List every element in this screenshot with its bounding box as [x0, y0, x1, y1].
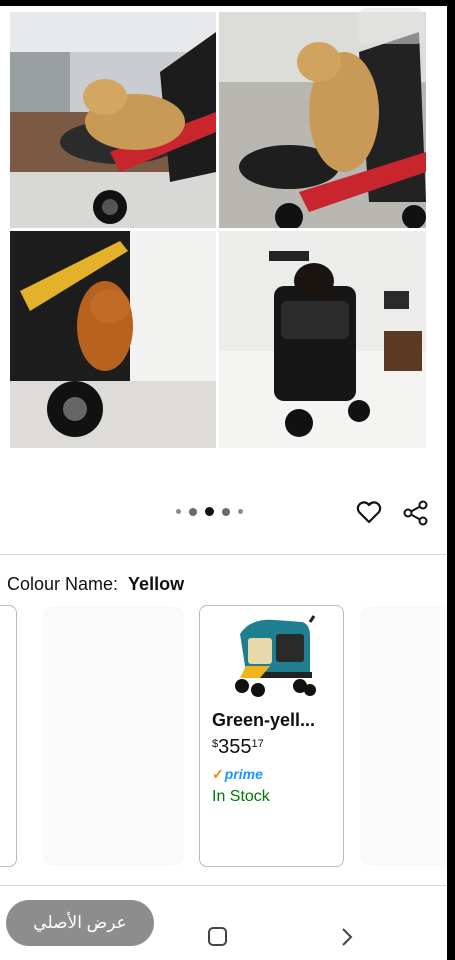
- carousel-dot[interactable]: [238, 509, 243, 514]
- prime-badge: ✓prime: [212, 766, 263, 783]
- swatch-card-placeholder: [360, 605, 447, 867]
- status-bar-edge: [0, 0, 455, 6]
- product-photo-4[interactable]: [219, 231, 426, 448]
- price-symbol: $: [212, 738, 219, 750]
- section-divider: [0, 885, 447, 886]
- carousel-dot[interactable]: [222, 507, 230, 516]
- share-icon[interactable]: [403, 500, 429, 526]
- colour-name-value: Yellow: [128, 574, 185, 594]
- price-whole: 355: [218, 736, 252, 758]
- square-icon[interactable]: [208, 927, 227, 946]
- show-original-button[interactable]: عرض الأصلي: [6, 900, 154, 946]
- stroller-image: [230, 614, 316, 702]
- section-divider: [0, 554, 447, 555]
- price-fraction: 17: [251, 738, 264, 750]
- chevron-right-icon[interactable]: [338, 926, 356, 948]
- dog-photo-1-icon: [10, 12, 216, 228]
- dog-photo-3-icon: [10, 231, 216, 448]
- colour-name-label: Colour Name:: [7, 574, 119, 594]
- carousel-dot-active[interactable]: [205, 507, 214, 516]
- swatch-name: Green-yell...: [212, 710, 316, 730]
- product-image-gallery[interactable]: [10, 12, 426, 448]
- prime-check-icon: ✓: [212, 766, 224, 782]
- dog-photo-4-icon: [219, 231, 426, 448]
- prime-label: prime: [224, 766, 263, 782]
- heart-icon[interactable]: [356, 500, 382, 524]
- swatch-card-previous[interactable]: [0, 605, 17, 867]
- carousel-dots[interactable]: [176, 507, 243, 516]
- dog-photo-2-icon: [219, 12, 426, 228]
- screen: Colour Name: Yellow Green-yell... $35517: [0, 0, 447, 960]
- screen-edge: [447, 0, 455, 960]
- carousel-dot[interactable]: [176, 509, 181, 514]
- stroller-icon: [235, 615, 316, 697]
- product-photo-1[interactable]: [10, 12, 216, 228]
- colour-name-row: Colour Name: Yellow: [7, 574, 184, 595]
- swatch-card-placeholder: [42, 605, 184, 867]
- swatch-card-selected[interactable]: Green-yell... $35517 ✓prime In Stock: [199, 605, 344, 867]
- carousel-dot[interactable]: [189, 507, 197, 516]
- availability-status: In Stock: [212, 788, 270, 805]
- product-photo-3[interactable]: [10, 231, 216, 448]
- product-photo-2[interactable]: [219, 12, 426, 228]
- overlay-button[interactable]: [358, 8, 424, 44]
- swatch-price: $35517: [212, 736, 264, 759]
